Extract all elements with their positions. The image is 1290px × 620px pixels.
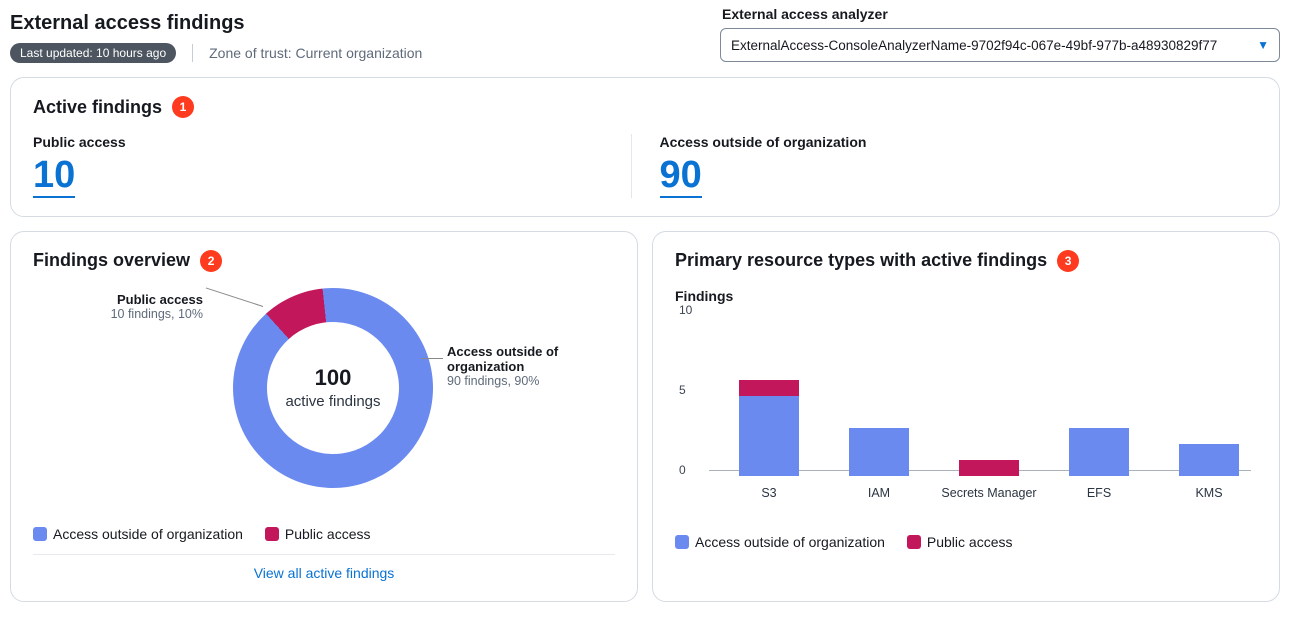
outside-org-value-link[interactable]: 90: [660, 156, 702, 198]
findings-overview-card: Findings overview 2 100 active findings …: [10, 231, 638, 602]
bar-label-efs: EFS: [1039, 486, 1159, 500]
analyzer-selector[interactable]: ExternalAccess-ConsoleAnalyzerName-9702f…: [720, 28, 1280, 62]
callout-public-sub: 10 findings, 10%: [93, 307, 203, 321]
bar-legend-outside: Access outside of organization: [695, 534, 885, 550]
donut-chart: 100 active findings Public access 10 fin…: [33, 288, 615, 518]
legend-public: Public access: [285, 526, 371, 542]
divider: [192, 44, 193, 62]
legend-outside: Access outside of organization: [53, 526, 243, 542]
resource-types-title: Primary resource types with active findi…: [675, 250, 1047, 271]
y-axis-title: Findings: [675, 288, 1257, 304]
legend-swatch-blue: [33, 527, 47, 541]
divider: [33, 554, 615, 555]
callout-public-title: Public access: [93, 292, 203, 307]
callout-outside-sub: 90 findings, 90%: [447, 374, 617, 388]
public-access-value-link[interactable]: 10: [33, 156, 75, 198]
bar-label-kms: KMS: [1149, 486, 1269, 500]
last-updated-badge: Last updated: 10 hours ago: [10, 43, 176, 63]
analyzer-selector-value: ExternalAccess-ConsoleAnalyzerName-9702f…: [731, 38, 1217, 53]
legend-swatch-blue: [675, 535, 689, 549]
donut-legend: Access outside of organization Public ac…: [33, 526, 615, 542]
bar-label-iam: IAM: [819, 486, 939, 500]
bar-label-s3: S3: [709, 486, 829, 500]
legend-swatch-magenta: [907, 535, 921, 549]
bar-chart: 10 5 0 S3 IAM Secrets Manage: [709, 310, 1251, 500]
bar-legend: Access outside of organization Public ac…: [675, 534, 1257, 550]
callout-outside-title: Access outside of organization: [447, 344, 617, 374]
chevron-down-icon: ▼: [1257, 38, 1269, 52]
bar-legend-public: Public access: [927, 534, 1013, 550]
active-findings-title: Active findings: [33, 97, 162, 118]
public-access-label: Public access: [33, 134, 631, 150]
findings-overview-title: Findings overview: [33, 250, 190, 271]
analyzer-selector-label: External access analyzer: [722, 6, 1280, 22]
legend-swatch-magenta: [265, 527, 279, 541]
zone-of-trust: Zone of trust: Current organization: [209, 45, 422, 61]
active-findings-card: Active findings 1 Public access 10 Acces…: [10, 77, 1280, 217]
badge-3: 3: [1057, 250, 1079, 272]
view-all-findings-link[interactable]: View all active findings: [254, 565, 395, 581]
badge-1: 1: [172, 96, 194, 118]
resource-types-card: Primary resource types with active findi…: [652, 231, 1280, 602]
page-title: External access findings: [10, 12, 422, 35]
outside-org-label: Access outside of organization: [660, 134, 1258, 150]
bar-label-secrets: Secrets Manager: [929, 486, 1049, 500]
badge-2: 2: [200, 250, 222, 272]
